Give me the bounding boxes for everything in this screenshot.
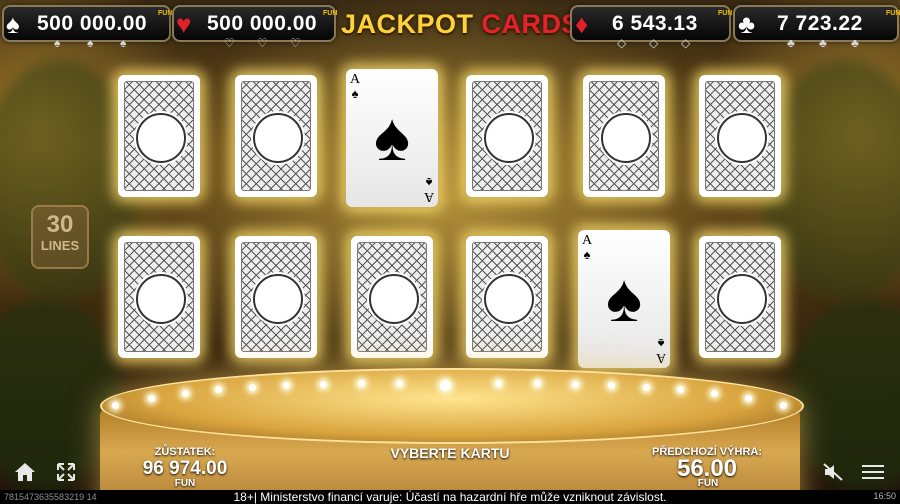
stage-light	[320, 381, 327, 388]
club-icon: ♣	[738, 9, 756, 39]
jackpot-amount: 7 723.22	[777, 12, 863, 35]
game-title: JACKPOT CARDS	[341, 4, 580, 44]
jackpot-hearts: ♥ 500 000.00 FUN ♡ ♡ ♡	[172, 5, 338, 50]
stage-top	[100, 368, 804, 444]
stage-light	[608, 382, 615, 389]
eye-emblem-icon	[136, 113, 186, 163]
diamond-icon: ◇	[649, 36, 659, 50]
eye-emblem-icon	[136, 274, 186, 324]
stage-light	[215, 386, 222, 393]
fun-badge: FUN	[323, 10, 338, 17]
card-back[interactable]	[699, 236, 781, 358]
balance-currency: FUN	[174, 478, 196, 489]
home-icon[interactable]	[14, 462, 36, 482]
stage-light	[534, 380, 541, 387]
stage-light	[495, 380, 502, 387]
jackpot-amount: 500 000.00	[37, 12, 148, 35]
spade-icon: ♠	[657, 336, 665, 351]
card-back[interactable]	[583, 75, 665, 197]
diamond-icon: ♦	[575, 9, 589, 39]
card-back[interactable]	[466, 75, 548, 197]
stage-light	[249, 384, 256, 391]
heart-icon: ♡	[290, 36, 301, 50]
balance-value: 96 974.00	[142, 458, 228, 479]
spade-icon: ♠	[87, 36, 94, 50]
eye-emblem-icon	[369, 274, 419, 324]
lines-label: LINES	[40, 238, 80, 253]
stage-light	[182, 390, 189, 397]
card-back[interactable]	[351, 236, 433, 358]
fun-badge: FUN	[158, 10, 173, 17]
card-back[interactable]	[235, 75, 317, 197]
card-ace-spades: A ♠ ♠ A ♠	[346, 69, 438, 207]
spade-icon: ♠	[605, 260, 643, 336]
eye-emblem-icon	[717, 113, 767, 163]
heart-icon: ♡	[257, 36, 268, 50]
stage-light	[358, 380, 365, 387]
stage-light	[643, 384, 650, 391]
jackpot-spades: ♠ 500 000.00 FUN ♠ ♠ ♠	[2, 5, 173, 50]
club-icon: ♣	[819, 36, 827, 50]
eye-emblem-icon	[484, 274, 534, 324]
eye-emblem-icon	[484, 113, 534, 163]
game-scene: ♠ 500 000.00 FUN ♠ ♠ ♠ ♥ 500 000.00 FUN …	[0, 0, 900, 504]
stage-light	[283, 382, 290, 389]
jackpot-amount: 6 543.13	[612, 12, 698, 35]
lines-badge: 30 LINES	[31, 205, 89, 269]
eye-emblem-icon	[253, 274, 303, 324]
mute-icon[interactable]	[822, 462, 844, 482]
heart-icon: ♥	[176, 9, 192, 39]
clock: 16:50	[873, 491, 896, 501]
select-card-prompt: VYBERTE KARTU	[390, 445, 510, 461]
last-win-currency: FUN	[697, 478, 719, 489]
fullscreen-icon[interactable]	[56, 462, 76, 482]
spade-icon: ♠	[425, 175, 433, 190]
fun-badge: FUN	[886, 10, 900, 17]
eye-emblem-icon	[717, 274, 767, 324]
card-back[interactable]	[118, 236, 200, 358]
stage-light	[677, 386, 684, 393]
stage-light	[780, 402, 787, 409]
stage-light	[572, 381, 579, 388]
diamond-icon: ◇	[681, 36, 691, 50]
jackpot-diamonds: ♦ 6 543.13 FUN ◇ ◇ ◇	[570, 5, 733, 50]
club-icon: ♣	[787, 36, 795, 50]
fun-badge: FUN	[718, 10, 733, 17]
diamond-icon: ◇	[617, 36, 627, 50]
stage-light	[440, 380, 451, 391]
spade-icon: ♠	[373, 99, 411, 175]
eye-emblem-icon	[601, 113, 651, 163]
stage-light	[396, 380, 403, 387]
spade-icon: ♠	[120, 36, 127, 50]
spade-icon: ♠	[6, 9, 20, 39]
stage-light	[112, 402, 119, 409]
card-back[interactable]	[118, 75, 200, 197]
card-back[interactable]	[699, 75, 781, 197]
footer-bar: 7815473635583219 14 18+| Ministerstvo fi…	[0, 490, 900, 504]
stage-light	[711, 390, 718, 397]
balance-label: ZŮSTATEK:	[154, 446, 216, 458]
card-ace-spades: A ♠ ♠ A ♠	[578, 230, 670, 368]
card-back[interactable]	[235, 236, 317, 358]
lines-count: 30	[46, 211, 74, 238]
title-jackpot: JACKPOT	[341, 9, 474, 39]
stage-light	[148, 395, 155, 402]
foliage-bottom-right	[790, 300, 900, 490]
jackpot-amount: 500 000.00	[207, 12, 318, 35]
heart-icon: ♡	[224, 36, 235, 50]
foliage-right	[760, 60, 900, 300]
club-icon: ♣	[851, 36, 859, 50]
jackpot-clubs: ♣ 7 723.22 FUN ♣ ♣ ♣	[733, 5, 900, 50]
menu-icon[interactable]	[862, 464, 884, 480]
stage-light	[745, 395, 752, 402]
gambling-disclaimer: 18+| Ministerstvo financí varuje: Účastí…	[233, 490, 667, 504]
eye-emblem-icon	[253, 113, 303, 163]
card-back[interactable]	[466, 236, 548, 358]
title-cards: CARDS	[481, 9, 581, 39]
spade-icon: ♠	[54, 36, 61, 50]
